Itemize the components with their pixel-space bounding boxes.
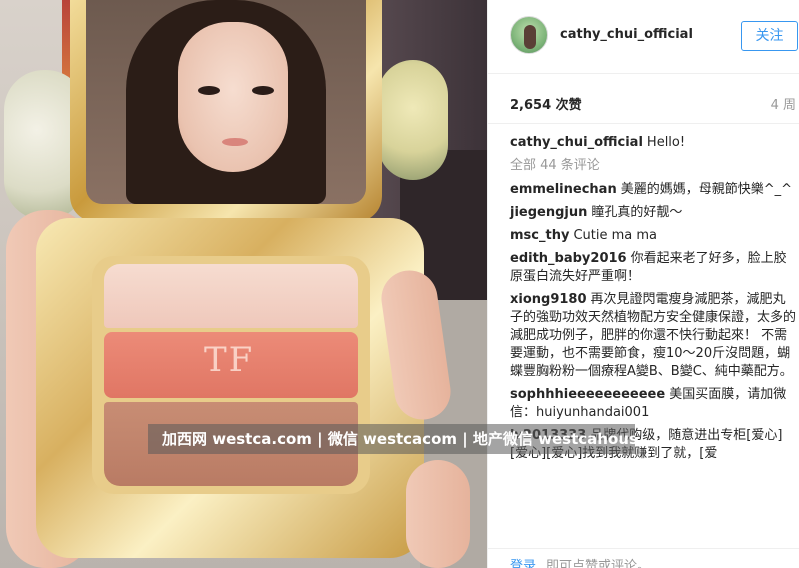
blush-pan-light bbox=[104, 264, 358, 328]
caption-text: Hello! bbox=[646, 135, 686, 150]
caption-username[interactable]: cathy_chui_official bbox=[510, 135, 643, 150]
comment-username[interactable]: edith_baby2016 bbox=[510, 251, 627, 266]
comment-username[interactable]: sophhhieeeeeeeeeee bbox=[510, 387, 665, 402]
comment-text: 美麗的媽媽，母親節快樂^_^ bbox=[620, 182, 792, 197]
header-username[interactable]: cathy_chui_official bbox=[560, 27, 693, 42]
post-photo[interactable]: TF bbox=[0, 0, 487, 568]
flowers-right bbox=[378, 60, 448, 180]
post-stats: 2,654 次赞 4 周 bbox=[488, 74, 799, 124]
mirror-face bbox=[178, 22, 288, 172]
comment-username[interactable]: jiegengjun bbox=[510, 205, 587, 220]
watermark-banner: 加西网 westca.com | 微信 westcacom | 地产微信 wes… bbox=[148, 424, 635, 454]
brand-logo: TF bbox=[204, 340, 255, 380]
list-item: edith_baby2016 你看起来老了好多，脸上胶原蛋白流失好严重啊！ bbox=[510, 250, 798, 286]
comments-panel: cathy_chui_official 关注 2,654 次赞 4 周 cath… bbox=[487, 0, 799, 568]
comment-username[interactable]: xiong9180 bbox=[510, 292, 587, 307]
list-item: xiong9180 再次見證閃電瘦身減肥茶，減肥丸子的強勁功效天然植物配方安全健康… bbox=[510, 291, 798, 381]
comment-list: cathy_chui_official Hello! 全部 44 条评论 emme… bbox=[510, 134, 798, 468]
likes-count[interactable]: 2,654 次赞 bbox=[510, 94, 582, 113]
comment-text: 瞳孔真的好靓～ bbox=[591, 205, 683, 220]
caption: cathy_chui_official Hello! bbox=[510, 134, 798, 152]
list-item: jiegengjun 瞳孔真的好靓～ bbox=[510, 204, 798, 222]
list-item: sophhhieeeeeeeeeee 美国买面膜，请加微信：huiyunhanda… bbox=[510, 386, 798, 422]
comment-username[interactable]: msc_thy bbox=[510, 228, 569, 243]
comment-text: Cutie ma ma bbox=[573, 228, 657, 243]
list-item: emmelinechan 美麗的媽媽，母親節快樂^_^ bbox=[510, 181, 798, 199]
comment-username[interactable]: emmelinechan bbox=[510, 182, 617, 197]
login-link[interactable]: 登录 bbox=[510, 555, 536, 568]
list-item: msc_thy Cutie ma ma bbox=[510, 227, 798, 245]
hand-right-thumb bbox=[406, 460, 470, 568]
avatar[interactable] bbox=[510, 16, 548, 54]
login-hint: 即可点赞或评论。 bbox=[546, 559, 651, 568]
post-header: cathy_chui_official 关注 bbox=[488, 0, 799, 74]
compact-mirror bbox=[86, 0, 366, 204]
view-all-comments-link[interactable]: 全部 44 条评论 bbox=[510, 157, 798, 175]
post-age[interactable]: 4 周 bbox=[771, 94, 796, 113]
login-footer: 登录 即可点赞或评论。 bbox=[488, 548, 799, 568]
follow-button[interactable]: 关注 bbox=[741, 21, 798, 51]
